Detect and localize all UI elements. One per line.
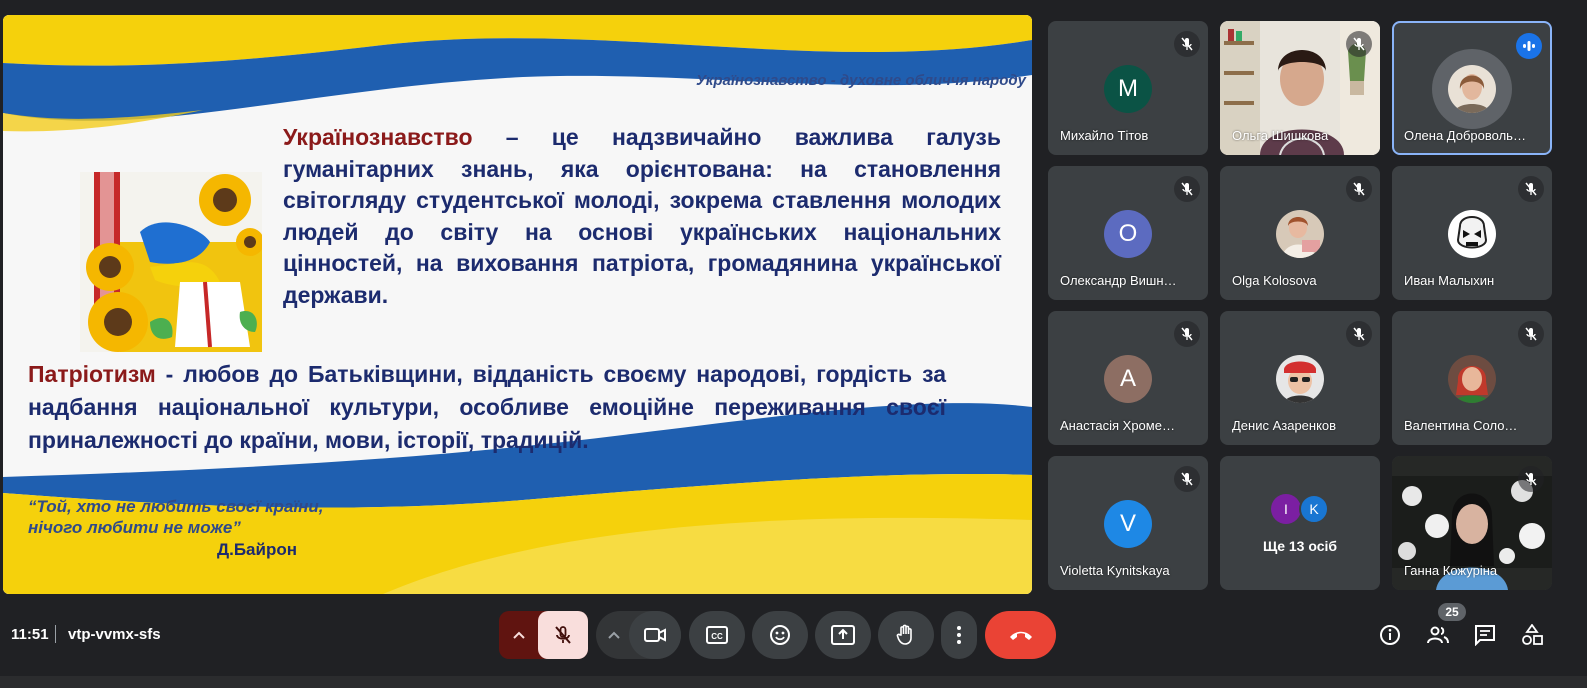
- mic-off-icon: [1174, 176, 1200, 202]
- participant-tile[interactable]: Ольга Шишкова: [1220, 21, 1380, 155]
- participant-name: Михайло Тітов: [1060, 128, 1149, 143]
- info-icon: [1380, 625, 1400, 645]
- chevron-up-icon: [513, 631, 525, 639]
- camera-control-group: [596, 611, 681, 659]
- participant-tile[interactable]: Ганна Кожуріна: [1392, 456, 1552, 590]
- avatar: V: [1104, 500, 1152, 548]
- slide-header: Українознавство - духовне обличчя народу: [695, 72, 1026, 89]
- mic-off-icon: [1174, 31, 1200, 57]
- captions-button[interactable]: CC: [689, 611, 745, 659]
- end-call-icon: [1009, 631, 1032, 640]
- avatar: А: [1104, 355, 1152, 403]
- leave-call-button[interactable]: [985, 611, 1056, 659]
- meeting-time: 11:51: [11, 626, 49, 643]
- participant-name: Иван Малыхин: [1404, 273, 1495, 288]
- participant-tile-active-speaker[interactable]: Олена Доброволь…: [1392, 21, 1552, 155]
- camera-options-button[interactable]: [596, 611, 632, 659]
- chat-button[interactable]: [1470, 620, 1500, 650]
- term-ukrainian-studies: Українознавство: [283, 124, 473, 150]
- mic-off-icon: [1346, 321, 1372, 347]
- term-patriotism: Патріотизм: [28, 361, 156, 387]
- mic-off-icon: [1518, 176, 1544, 202]
- participant-tile[interactable]: V Violetta Kynitskaya: [1048, 456, 1208, 590]
- mic-off-icon: [1518, 466, 1544, 492]
- avatar: [1276, 210, 1324, 258]
- more-options-button[interactable]: [941, 611, 977, 659]
- slide-paragraph-ukrainian-studies: Українознавство – це надзвичайно важлива…: [283, 122, 1001, 311]
- mic-off-icon: [1174, 466, 1200, 492]
- chat-icon: [1475, 625, 1495, 646]
- activities-icon: [1522, 624, 1543, 645]
- avatar: О: [1104, 210, 1152, 258]
- participant-tile[interactable]: О Олександр Вишн…: [1048, 166, 1208, 300]
- people-button[interactable]: [1423, 620, 1453, 650]
- captions-icon: CC: [706, 626, 728, 644]
- avatar: K: [1299, 494, 1329, 524]
- mic-control-group: [499, 611, 588, 659]
- participant-name: Олена Доброволь…: [1404, 128, 1526, 143]
- camera-icon: [644, 628, 666, 642]
- others-count-label: Ще 13 осіб: [1262, 538, 1338, 554]
- participant-name: Ганна Кожуріна: [1404, 563, 1498, 578]
- avatar: [1448, 65, 1496, 113]
- participant-name: Olga Kolosova: [1232, 273, 1317, 288]
- participant-tile[interactable]: Денис Азаренков: [1220, 311, 1380, 445]
- chevron-up-icon: [608, 631, 620, 639]
- mic-options-button[interactable]: [499, 611, 539, 659]
- raise-hand-icon: [896, 624, 912, 645]
- divider: [55, 625, 56, 643]
- quote-line: “Той, хто не любить своєї країни,: [28, 497, 324, 516]
- mic-off-icon: [1346, 31, 1372, 57]
- meet-window: Українознавство - духовне обличчя народу…: [0, 0, 1587, 688]
- paragraph-text: - любов до Батьківщини, відданість своєм…: [28, 361, 946, 453]
- mic-off-icon: [1346, 176, 1372, 202]
- camera-toggle-button[interactable]: [629, 611, 681, 659]
- activities-button[interactable]: [1517, 620, 1547, 650]
- control-bar: 11:51 vtp-vvmx-sfs CC 25: [0, 600, 1587, 688]
- taskbar-strip: [0, 676, 1587, 688]
- quote-author: Д.Байрон: [217, 540, 297, 559]
- presentation-slide: Українознавство - духовне обличчя народу…: [3, 15, 1032, 594]
- slide-paragraph-patriotism: Патріотизм - любов до Батьківщини, відда…: [28, 358, 946, 457]
- mic-off-icon: [1518, 321, 1544, 347]
- participant-name: Валентина Соло…: [1404, 418, 1518, 433]
- meeting-code: vtp-vvmx-sfs: [68, 626, 161, 643]
- participant-name: Violetta Kynitskaya: [1060, 563, 1170, 578]
- participant-tile[interactable]: Olga Kolosova: [1220, 166, 1380, 300]
- avatar: M: [1104, 65, 1152, 113]
- paragraph-text: – це надзвичайно важлива галузь гуманіта…: [283, 124, 1001, 308]
- quote-line: нічого любити не може”: [28, 518, 241, 537]
- speaking-indicator-icon: [1516, 33, 1542, 59]
- mic-off-icon: [555, 626, 571, 644]
- participant-name: Денис Азаренков: [1232, 418, 1337, 433]
- reactions-button[interactable]: [752, 611, 808, 659]
- participant-name: Олександр Вишн…: [1060, 273, 1177, 288]
- avatar: I: [1271, 494, 1301, 524]
- raise-hand-button[interactable]: [878, 611, 934, 659]
- meeting-details-button[interactable]: [1375, 620, 1405, 650]
- participant-tile[interactable]: M Михайло Тітов: [1048, 21, 1208, 155]
- participant-tile[interactable]: Иван Малыхин: [1392, 166, 1552, 300]
- participant-tile[interactable]: А Анастасія Хроме…: [1048, 311, 1208, 445]
- participant-name: Ольга Шишкова: [1232, 128, 1329, 143]
- present-screen-icon: [831, 625, 855, 645]
- svg-text:CC: CC: [711, 632, 723, 641]
- avatar: [1448, 355, 1496, 403]
- participant-tile[interactable]: Валентина Соло…: [1392, 311, 1552, 445]
- mic-toggle-button[interactable]: [538, 611, 588, 659]
- emoji-icon: [770, 625, 790, 645]
- mic-off-icon: [1174, 321, 1200, 347]
- present-screen-button[interactable]: [815, 611, 871, 659]
- sunflower-illustration: [80, 172, 262, 352]
- others-tile[interactable]: I K Ще 13 осіб: [1220, 456, 1380, 590]
- participant-name: Анастасія Хроме…: [1060, 418, 1175, 433]
- more-vert-icon: [957, 626, 961, 644]
- people-count-badge: 25: [1438, 603, 1466, 621]
- avatar: [1276, 355, 1324, 403]
- avatar: [1448, 210, 1496, 258]
- slide-quote: “Той, хто не любить своєї країни, нічого…: [28, 496, 324, 538]
- people-icon: [1427, 626, 1449, 644]
